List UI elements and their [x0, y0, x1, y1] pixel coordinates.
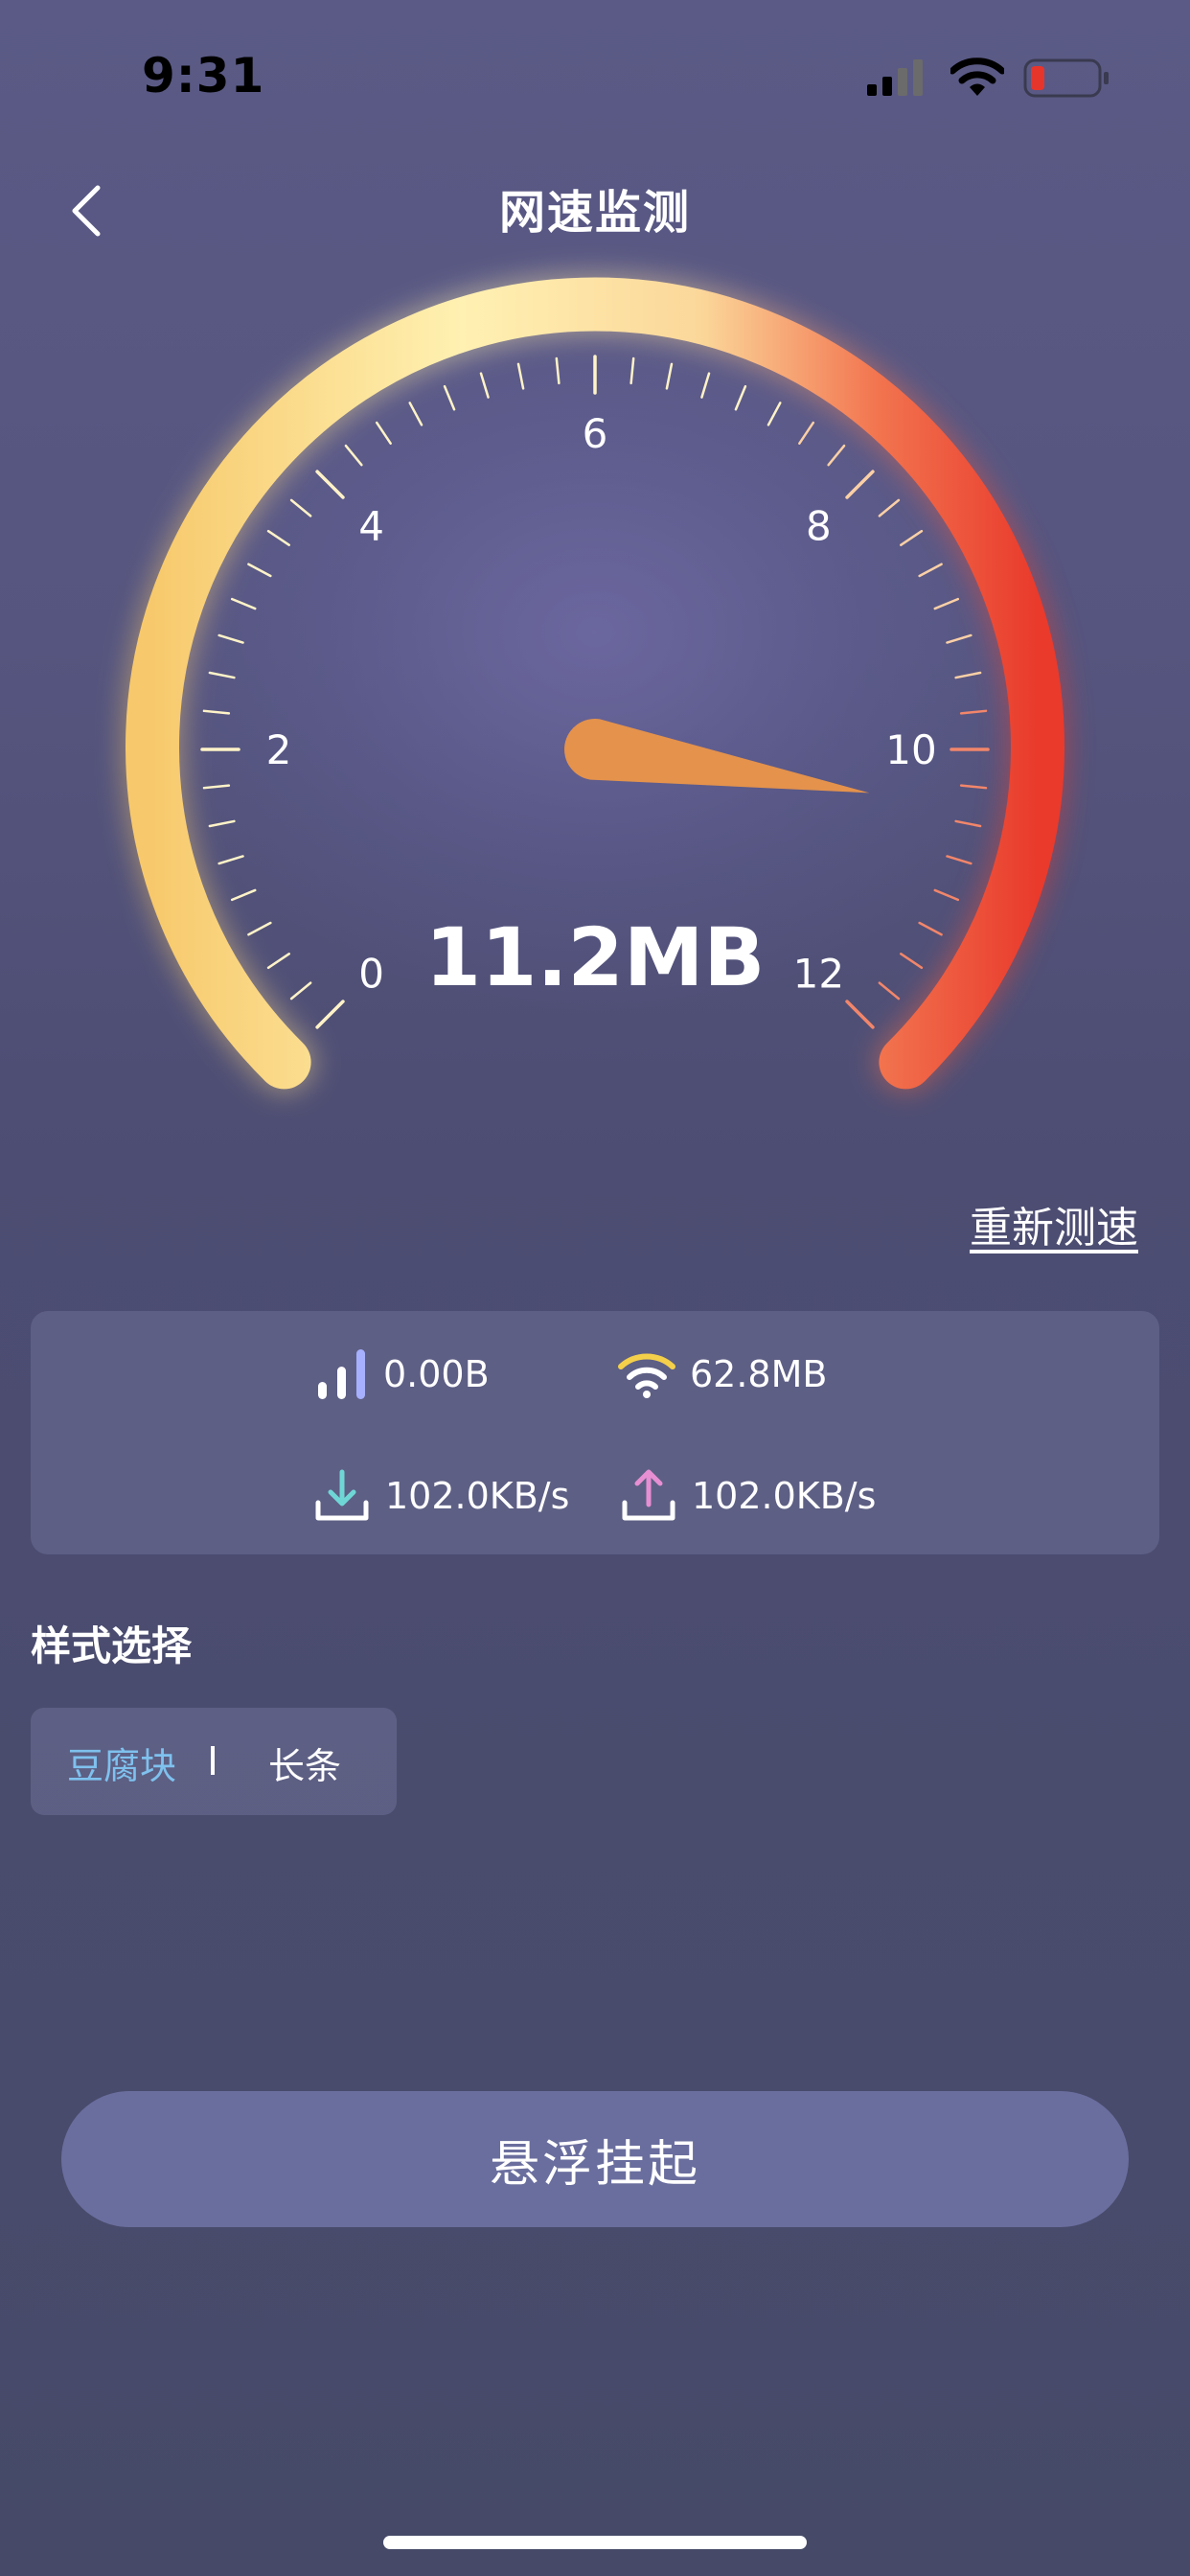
gauge-minor-tick	[700, 372, 711, 399]
gauge-minor-tick	[827, 444, 846, 467]
gauge-minor-tick	[217, 855, 244, 865]
wifi-data-stat: 62.8MB	[617, 1349, 827, 1399]
float-suspend-button[interactable]: 悬浮挂起	[61, 2091, 1129, 2227]
gauge-minor-tick	[629, 356, 635, 385]
gauge-minor-tick	[665, 362, 674, 390]
gauge-tick-label: 6	[583, 410, 608, 457]
gauge-minor-tick	[375, 421, 392, 445]
gauge-minor-tick	[266, 953, 290, 970]
wifi-icon	[618, 1353, 675, 1398]
gauge-minor-tick	[734, 384, 747, 411]
gauge-minor-tick	[408, 402, 423, 426]
gauge-minor-tick	[959, 709, 988, 715]
speed-gauge: 0 2 4 6 8 10 12 11.2MB	[122, 273, 1068, 1093]
style-option-strip[interactable]: 长条	[268, 1736, 341, 1789]
gauge-needle	[564, 719, 870, 794]
gauge-tick-label: 10	[885, 726, 936, 773]
gauge-tick-label: 8	[806, 503, 832, 550]
gauge-minor-tick	[900, 529, 924, 546]
gauge-minor-tick	[900, 953, 924, 970]
gauge-minor-tick	[217, 633, 244, 644]
gauge-minor-tick	[208, 671, 236, 679]
gauge-tick-label: 4	[358, 503, 384, 550]
gauge-minor-tick	[933, 597, 960, 610]
gauge-major-tick	[315, 1000, 345, 1029]
stats-card: 0.00B 62.8MB 102.0KB/s 102.0KB/s	[31, 1311, 1159, 1554]
gauge-minor-tick	[954, 819, 982, 828]
gauge-tick-label: 0	[358, 950, 384, 997]
gauge-minor-tick	[878, 981, 901, 1000]
download-icon	[315, 1469, 369, 1521]
mobile-data-stat: 0.00B	[316, 1346, 490, 1403]
gauge-minor-tick	[798, 421, 815, 445]
gauge-minor-tick	[247, 563, 272, 578]
mobile-data-value: 0.00B	[383, 1353, 490, 1395]
gauge-major-tick	[315, 470, 345, 499]
gauge-minor-tick	[878, 498, 901, 518]
gauge-tick-label: 12	[793, 950, 844, 997]
gauge-minor-tick	[289, 981, 312, 1000]
gauge-reading: 11.2MB	[425, 910, 766, 1004]
gauge-minor-tick	[479, 372, 490, 399]
gauge-minor-tick	[266, 529, 290, 546]
style-option-divider	[211, 1746, 215, 1775]
cellular-bars-icon	[318, 1349, 365, 1399]
gauge-minor-tick	[555, 356, 561, 385]
gauge-major-tick	[845, 1000, 875, 1029]
gauge-minor-tick	[289, 498, 312, 518]
gauge-minor-tick	[247, 921, 272, 936]
gauge-minor-tick	[202, 784, 231, 790]
gauge-minor-tick	[202, 709, 231, 715]
gauge-minor-tick	[443, 384, 456, 411]
gauge-minor-tick	[959, 784, 988, 790]
gauge-minor-tick	[344, 444, 363, 467]
download-value: 102.0KB/s	[385, 1475, 570, 1517]
gauge-minor-tick	[933, 888, 960, 902]
style-selector: 豆腐块 长条	[31, 1708, 397, 1815]
gauge-minor-tick	[954, 671, 982, 679]
style-section-heading: 样式选择	[31, 1622, 193, 1669]
wifi-data-value: 62.8MB	[690, 1353, 828, 1395]
gauge-major-tick	[845, 470, 875, 499]
gauge-minor-tick	[946, 633, 973, 644]
gauge-minor-tick	[230, 888, 257, 902]
upload-value: 102.0KB/s	[692, 1475, 877, 1517]
style-option-tofu[interactable]: 豆腐块	[67, 1736, 176, 1789]
upload-icon	[622, 1469, 675, 1521]
gauge-minor-tick	[516, 362, 525, 390]
gauge-needle-shape	[564, 719, 870, 794]
gauge-minor-tick	[208, 819, 236, 828]
gauge-minor-tick	[230, 597, 257, 610]
gauge-tick-label: 2	[266, 726, 292, 773]
home-indicator	[383, 2536, 807, 2549]
gauge-minor-tick	[918, 921, 943, 936]
gauge-minor-tick	[918, 563, 943, 578]
upload-stat: 102.0KB/s	[619, 1466, 876, 1526]
retest-button[interactable]: 重新测速	[970, 1193, 1138, 1254]
gauge-tick-labels: 0 2 4 6 8 10 12	[266, 410, 937, 997]
download-stat: 102.0KB/s	[312, 1466, 569, 1526]
gauge-minor-tick	[767, 402, 782, 426]
gauge-minor-tick	[946, 855, 973, 865]
